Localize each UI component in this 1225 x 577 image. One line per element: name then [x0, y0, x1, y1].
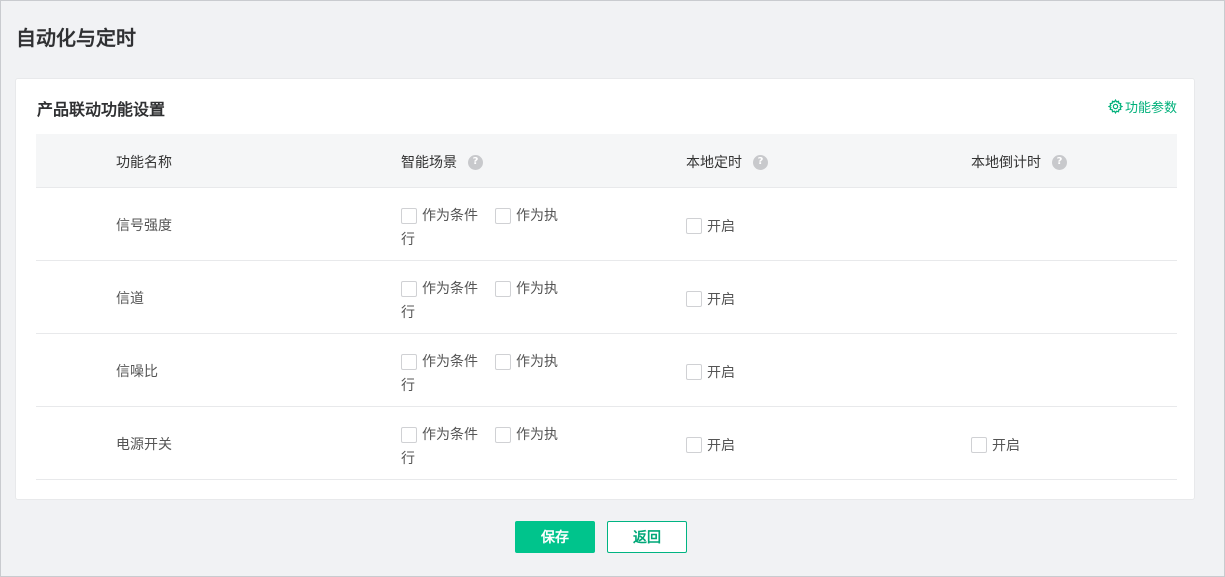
gear-icon: [1107, 99, 1123, 114]
scene-options: 作为条件 作为执行: [401, 206, 571, 250]
function-name: 电源开关: [116, 437, 172, 453]
header-local-timer: 本地定时 ?: [686, 152, 768, 172]
as-condition-label: 作为条件: [422, 354, 478, 370]
help-icon[interactable]: ?: [1052, 154, 1067, 170]
as-action-checkbox[interactable]: 作为执: [495, 279, 558, 299]
checkbox-box[interactable]: [686, 364, 702, 380]
function-name: 信噪比: [116, 364, 158, 380]
as-action-label-wrap: 行: [401, 378, 415, 394]
as-condition-label: 作为条件: [422, 208, 478, 224]
as-action-checkbox[interactable]: 作为执: [495, 352, 558, 372]
header-function-name: 功能名称: [116, 152, 172, 172]
checkbox-box[interactable]: [495, 427, 511, 443]
save-button[interactable]: 保存: [515, 521, 595, 553]
function-params-label: 功能参数: [1124, 101, 1177, 116]
local-timer-enable-checkbox[interactable]: 开启: [686, 216, 735, 236]
scene-options: 作为条件 作为执行: [401, 425, 571, 469]
header-smart-scene-label: 智能场景: [401, 155, 457, 171]
header-function-name-label: 功能名称: [116, 155, 172, 171]
local-timer-enable-checkbox[interactable]: 开启: [686, 435, 735, 455]
enable-label: 开启: [707, 365, 735, 381]
local-countdown-enable-checkbox[interactable]: 开启: [971, 435, 1020, 455]
page-title: 自动化与定时: [16, 26, 136, 50]
function-name: 信号强度: [116, 218, 172, 234]
checkbox-box[interactable]: [686, 218, 702, 234]
checkbox-box[interactable]: [401, 208, 417, 224]
as-condition-checkbox[interactable]: 作为条件: [401, 425, 478, 445]
function-name: 信道: [116, 291, 144, 307]
checkbox-box[interactable]: [401, 427, 417, 443]
checkbox-box[interactable]: [495, 208, 511, 224]
as-action-label: 作为执: [516, 427, 558, 443]
as-action-checkbox[interactable]: 作为执: [495, 425, 558, 445]
as-condition-label: 作为条件: [422, 427, 478, 443]
as-action-checkbox[interactable]: 作为执: [495, 206, 558, 226]
as-action-label-wrap: 行: [401, 305, 415, 321]
function-table: 功能名称 智能场景 ? 本地定时 ? 本地倒计时 ? 信号强度 作为条件 作为执行…: [36, 134, 1177, 480]
as-condition-checkbox[interactable]: 作为条件: [401, 352, 478, 372]
header-local-countdown: 本地倒计时 ?: [971, 152, 1067, 172]
checkbox-box[interactable]: [495, 281, 511, 297]
checkbox-box[interactable]: [686, 291, 702, 307]
checkbox-box[interactable]: [971, 437, 987, 453]
back-button[interactable]: 返回: [607, 521, 687, 553]
function-params-link[interactable]: 功能参数: [1107, 97, 1177, 116]
as-condition-checkbox[interactable]: 作为条件: [401, 206, 478, 226]
local-timer-enable-checkbox[interactable]: 开启: [686, 362, 735, 382]
as-action-label: 作为执: [516, 354, 558, 370]
scene-options: 作为条件 作为执行: [401, 352, 571, 396]
as-condition-label: 作为条件: [422, 281, 478, 297]
checkbox-box[interactable]: [686, 437, 702, 453]
enable-label: 开启: [707, 438, 735, 454]
table-row: 信噪比 作为条件 作为执行 开启: [36, 334, 1177, 407]
table-row: 电源开关 作为条件 作为执行 开启 开启: [36, 407, 1177, 480]
enable-label: 开启: [992, 438, 1020, 454]
enable-label: 开启: [707, 292, 735, 308]
as-condition-checkbox[interactable]: 作为条件: [401, 279, 478, 299]
enable-label: 开启: [707, 219, 735, 235]
header-smart-scene: 智能场景 ?: [401, 152, 483, 172]
checkbox-box[interactable]: [401, 281, 417, 297]
as-action-label: 作为执: [516, 208, 558, 224]
as-action-label-wrap: 行: [401, 232, 415, 248]
help-icon[interactable]: ?: [753, 154, 768, 170]
local-timer-enable-checkbox[interactable]: 开启: [686, 289, 735, 309]
scene-options: 作为条件 作为执行: [401, 279, 571, 323]
checkbox-box[interactable]: [401, 354, 417, 370]
table-header: 功能名称 智能场景 ? 本地定时 ? 本地倒计时 ?: [36, 134, 1177, 188]
table-row: 信道 作为条件 作为执行 开启: [36, 261, 1177, 334]
header-local-countdown-label: 本地倒计时: [971, 155, 1041, 171]
table-row: 信号强度 作为条件 作为执行 开启: [36, 188, 1177, 261]
as-action-label: 作为执: [516, 281, 558, 297]
checkbox-box[interactable]: [495, 354, 511, 370]
card-title: 产品联动功能设置: [37, 100, 166, 119]
header-local-timer-label: 本地定时: [686, 155, 742, 171]
help-icon[interactable]: ?: [468, 154, 483, 170]
linkage-settings-card: 产品联动功能设置 功能参数 功能名称 智能场景 ? 本地定时 ? 本地倒计时 ?…: [15, 78, 1195, 500]
as-action-label-wrap: 行: [401, 451, 415, 467]
